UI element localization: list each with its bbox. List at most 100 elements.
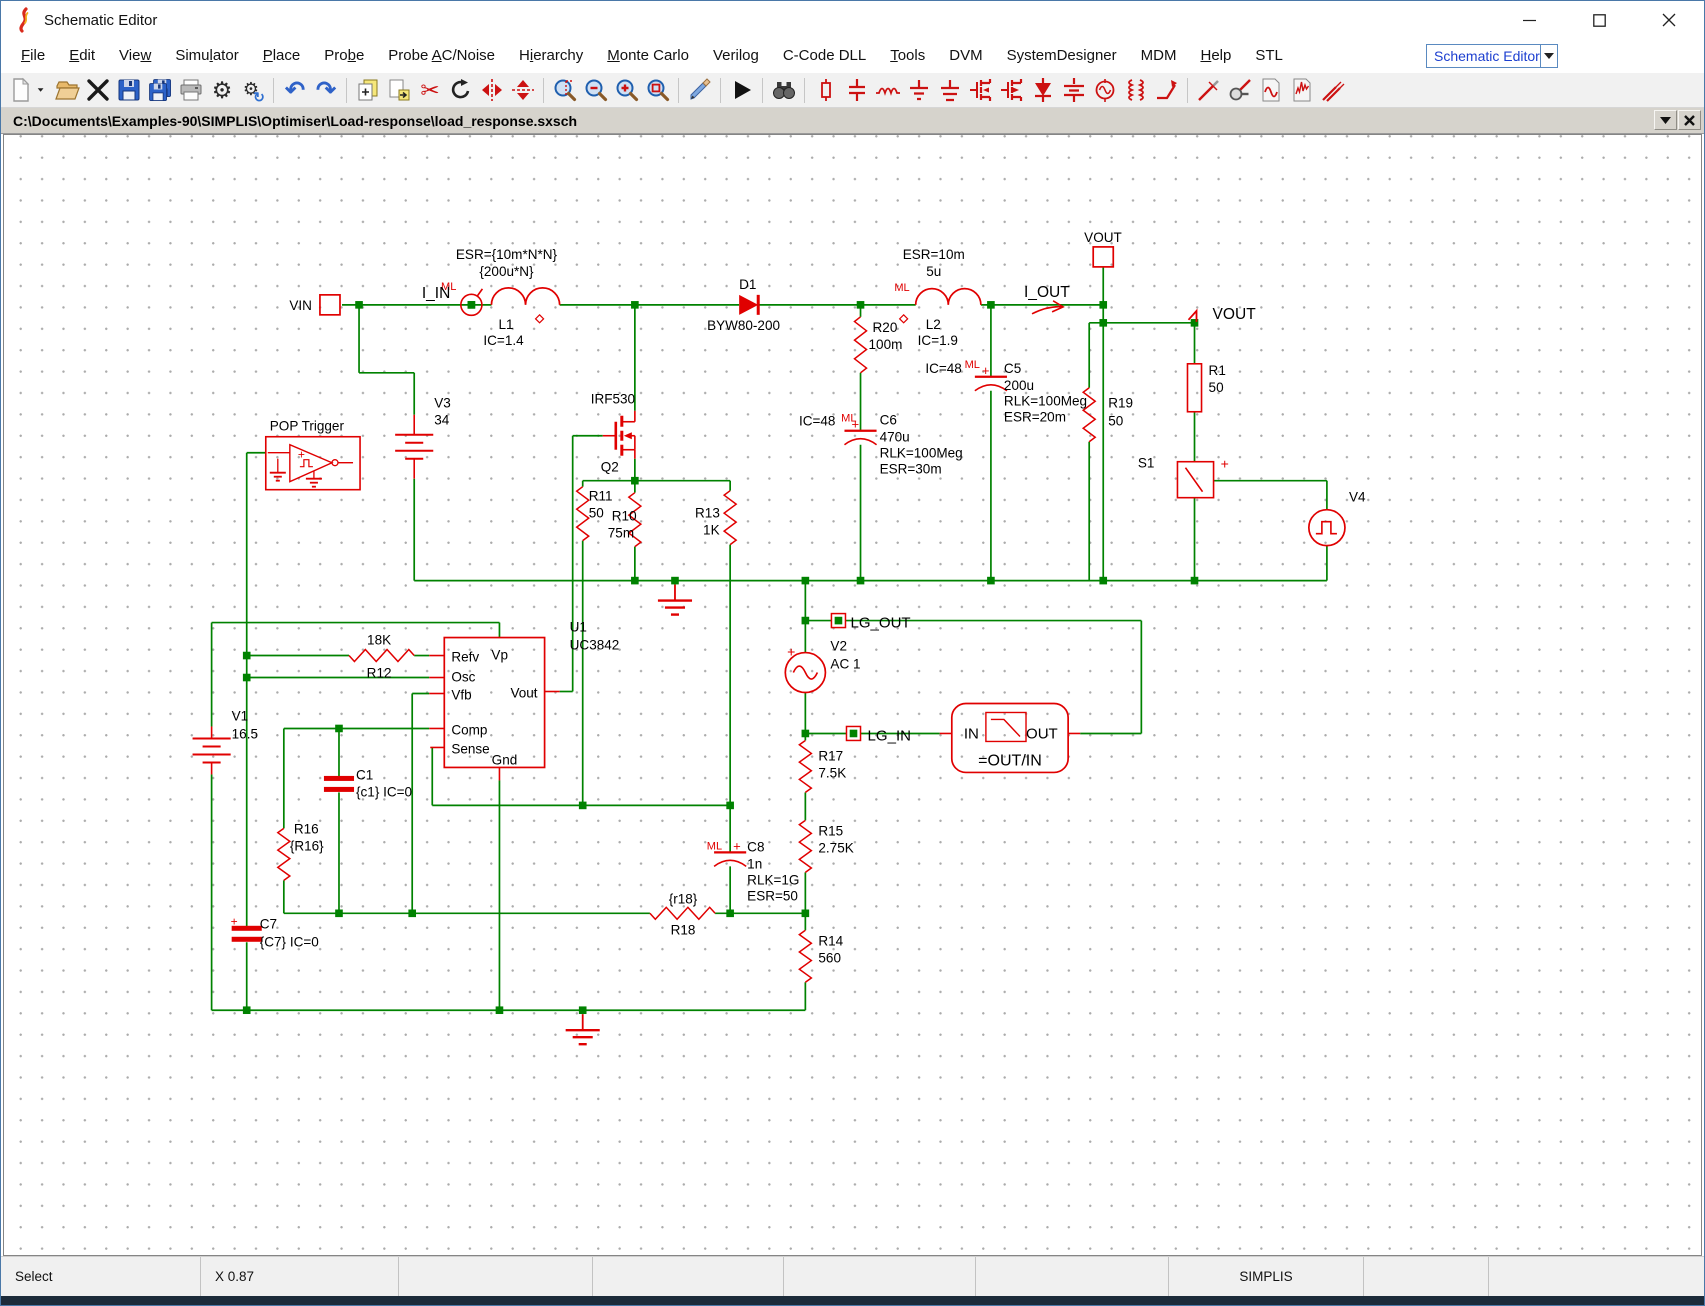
wire-junction bbox=[408, 909, 417, 918]
close-schematic-button[interactable] bbox=[82, 75, 113, 105]
place-battery-button[interactable] bbox=[1058, 75, 1089, 105]
menu-item-stl[interactable]: STL bbox=[1243, 42, 1295, 71]
power-probe-button[interactable] bbox=[1224, 75, 1255, 105]
menu-item-place[interactable]: Place bbox=[251, 42, 313, 71]
schematic-label: 34 bbox=[434, 413, 450, 428]
schematic-label: IC=1.9 bbox=[918, 333, 958, 348]
place-resistor-button[interactable] bbox=[810, 75, 841, 105]
mirror-horizontal-button[interactable] bbox=[507, 75, 538, 105]
capacitor-plate bbox=[713, 859, 747, 867]
resistor[interactable] bbox=[1186, 362, 1203, 413]
menu-item-view[interactable]: View bbox=[107, 42, 163, 71]
simulator-options-button[interactable]: ⚙ ↻ bbox=[237, 75, 268, 105]
schematic-label: ESR=20m bbox=[1004, 410, 1066, 425]
statusbar: Select X 0.87 SIMPLIS bbox=[1, 1256, 1704, 1296]
draw-wire-button[interactable] bbox=[684, 75, 715, 105]
schematic-drawing[interactable]: VIN ESR={10m*N*N} {200u*N} ML I_IN L1IC=1.4 V3… bbox=[4, 135, 1701, 1255]
copy-button[interactable] bbox=[352, 75, 383, 105]
wire-junction bbox=[335, 909, 343, 918]
new-schematic-button[interactable] bbox=[5, 75, 36, 105]
paste-button[interactable] bbox=[383, 75, 414, 105]
run-simulation-button[interactable] bbox=[726, 75, 757, 105]
schematic-label: 50 bbox=[1108, 414, 1123, 429]
close-button[interactable] bbox=[1634, 1, 1704, 39]
diode[interactable] bbox=[739, 294, 759, 315]
schematic-label: I_IN bbox=[422, 285, 450, 302]
place-signal-ground-button[interactable] bbox=[934, 75, 965, 105]
undo-button[interactable]: ↶ bbox=[279, 75, 310, 105]
pulse-source[interactable] bbox=[1307, 508, 1346, 547]
place-pmos-button[interactable] bbox=[996, 75, 1027, 105]
terminal[interactable] bbox=[1092, 246, 1115, 268]
place-ground-button[interactable] bbox=[903, 75, 934, 105]
menu-item-file[interactable]: File bbox=[9, 42, 57, 71]
place-ac-source-button[interactable] bbox=[1089, 75, 1120, 105]
schematic-label: 560 bbox=[818, 950, 841, 965]
settings-button[interactable]: ⚙ bbox=[206, 75, 237, 105]
menu-item-hierarchy[interactable]: Hierarchy bbox=[507, 42, 595, 71]
zoom-full-icon bbox=[647, 79, 669, 102]
menu-item-dvm[interactable]: DVM bbox=[937, 42, 994, 71]
menu-item-edit[interactable]: Edit bbox=[57, 42, 107, 71]
open-button[interactable] bbox=[51, 75, 82, 105]
save-all-button[interactable] bbox=[144, 75, 175, 105]
place-inductor-button[interactable] bbox=[872, 75, 903, 105]
redo-icon: ↷ bbox=[315, 77, 336, 103]
maximize-button[interactable] bbox=[1564, 1, 1634, 39]
new-schematic-caret-button[interactable] bbox=[36, 75, 51, 105]
schematic-label: 1K bbox=[703, 523, 720, 538]
place-nmos-button[interactable] bbox=[965, 75, 996, 105]
combo-dropdown-icon[interactable] bbox=[1539, 45, 1557, 67]
switch[interactable] bbox=[1176, 460, 1215, 499]
menu-item-tools[interactable]: Tools bbox=[878, 42, 937, 71]
place-capacitor-button[interactable] bbox=[841, 75, 872, 105]
schematic-canvas[interactable]: VIN ESR={10m*N*N} {200u*N} ML I_IN L1 IC=1.4 V3… bbox=[3, 134, 1702, 1256]
menu-item-verilog[interactable]: Verilog bbox=[701, 42, 771, 71]
wire-junction bbox=[726, 909, 734, 918]
sheet-close-button[interactable] bbox=[1678, 110, 1701, 130]
place-diode-button[interactable] bbox=[1027, 75, 1058, 105]
zoom-in-button[interactable] bbox=[611, 75, 642, 105]
menu-item-c-code-dll[interactable]: C-Code DLL bbox=[771, 42, 878, 71]
menu-item-probe[interactable]: Probe bbox=[312, 42, 376, 71]
wire-junction bbox=[801, 616, 810, 625]
voltage-probe-button[interactable] bbox=[1193, 75, 1224, 105]
schematic-label: 50 bbox=[1209, 380, 1224, 395]
menu-item-mdm[interactable]: MDM bbox=[1129, 42, 1189, 71]
terminal[interactable] bbox=[319, 294, 341, 316]
status-cell bbox=[399, 1257, 593, 1296]
zoom-select-button[interactable] bbox=[549, 75, 580, 105]
schematic-label: Comp bbox=[451, 722, 487, 737]
cut-icon: ✂ bbox=[420, 77, 439, 103]
redo-button[interactable]: ↷ bbox=[310, 75, 341, 105]
rotate-button[interactable] bbox=[445, 75, 476, 105]
editor-mode-combo[interactable]: Schematic Editor bbox=[1426, 44, 1558, 68]
schematic-label: LG_OUT bbox=[850, 615, 910, 632]
menu-item-probe-ac-noise[interactable]: Probe AC/Noise bbox=[376, 42, 507, 71]
zoom-out-button[interactable] bbox=[580, 75, 611, 105]
find-button[interactable] bbox=[768, 75, 799, 105]
wire-junction bbox=[495, 1006, 504, 1015]
place-transformer-button[interactable] bbox=[1120, 75, 1151, 105]
toolbar: ⚙ ⚙ ↻ ↶ ↷ ✂ bbox=[1, 73, 1704, 108]
power-probe-icon bbox=[1229, 79, 1251, 101]
pulse-source-glyph bbox=[1315, 520, 1337, 535]
mirror-vertical-button[interactable] bbox=[476, 75, 507, 105]
sheet-dropdown-button[interactable] bbox=[1654, 110, 1677, 130]
menu-item-systemdesigner[interactable]: SystemDesigner bbox=[995, 42, 1129, 71]
zoom-full-button[interactable] bbox=[642, 75, 673, 105]
save-button[interactable] bbox=[113, 75, 144, 105]
menu-item-simulator[interactable]: Simulator bbox=[163, 42, 250, 71]
menu-item-help[interactable]: Help bbox=[1188, 42, 1243, 71]
diff-probe-button[interactable] bbox=[1317, 75, 1348, 105]
app-logo-icon bbox=[15, 7, 35, 33]
fixed-current-probe-button[interactable] bbox=[1286, 75, 1317, 105]
fixed-voltage-probe-button[interactable] bbox=[1255, 75, 1286, 105]
print-button[interactable] bbox=[175, 75, 206, 105]
menu-item-monte-carlo[interactable]: Monte Carlo bbox=[595, 42, 701, 71]
schematic-label: 16.5 bbox=[232, 726, 258, 741]
place-probe-hook-button[interactable] bbox=[1151, 75, 1182, 105]
wire-junction bbox=[1190, 576, 1199, 585]
cut-button[interactable]: ✂ bbox=[414, 75, 445, 105]
minimize-button[interactable] bbox=[1494, 1, 1564, 39]
